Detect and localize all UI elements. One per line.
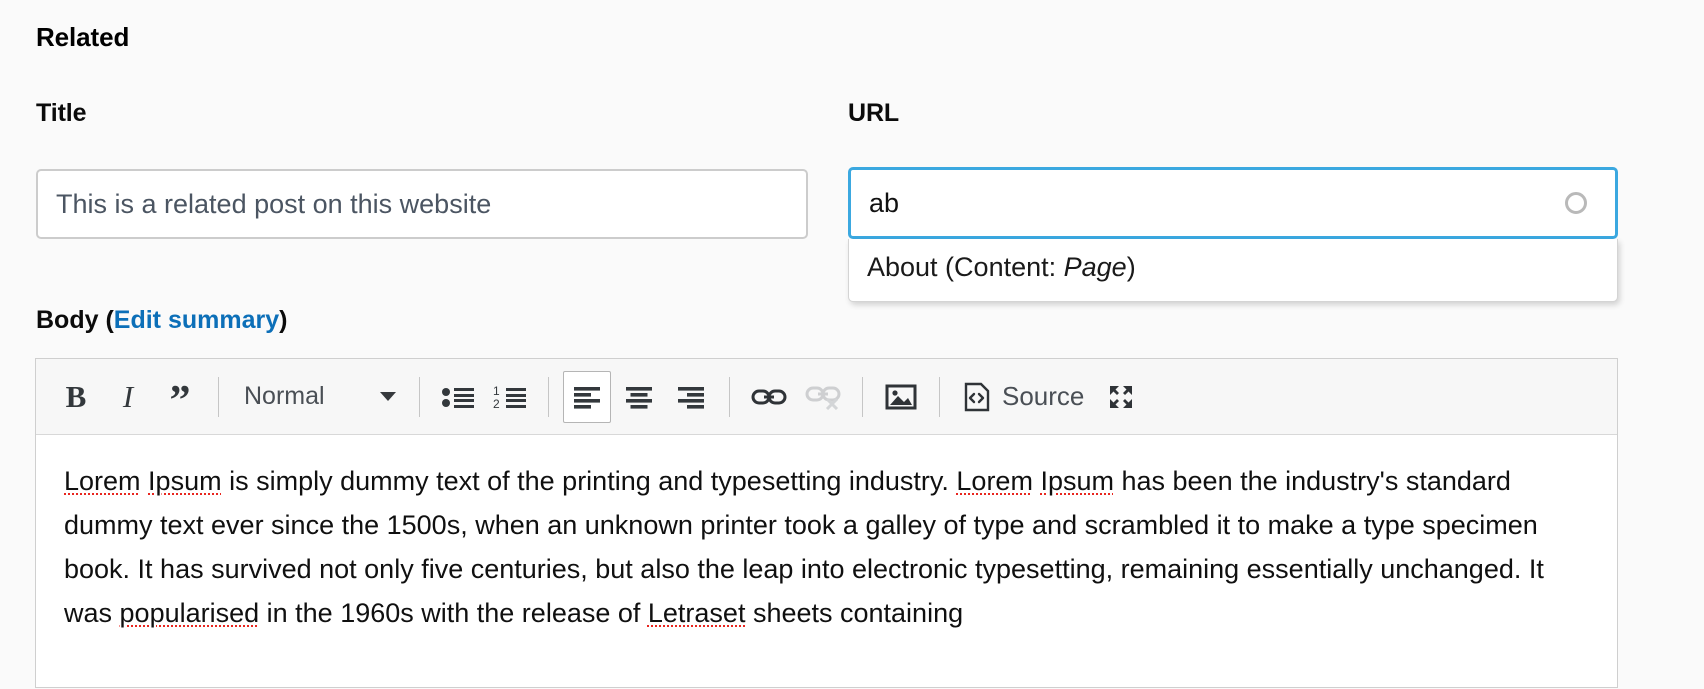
edit-summary-link[interactable]: Edit summary — [114, 306, 279, 334]
paragraph-format-dropdown[interactable]: Normal — [233, 371, 405, 423]
body-field-label: Body (Edit summary) — [36, 305, 287, 335]
numbered-list-icon: 1 2 — [493, 383, 527, 411]
editor-toolbar: B I ” Normal 1 2 Source — [36, 359, 1617, 435]
align-right-button[interactable] — [667, 371, 715, 423]
toolbar-separator — [862, 376, 863, 417]
bold-icon: B — [65, 379, 87, 414]
align-left-button[interactable] — [563, 370, 611, 423]
body-text-run: is simply dummy text of the printing and… — [221, 466, 957, 496]
url-field-label: URL — [848, 99, 900, 127]
align-right-icon — [676, 384, 706, 410]
unlink-button — [798, 371, 848, 423]
autocomplete-option-suffix: ) — [1126, 252, 1136, 282]
title-field-label: Title — [36, 99, 87, 127]
body-text-runs: Lorem Ipsum is simply dummy text of the … — [64, 466, 1544, 628]
align-center-icon — [624, 384, 654, 410]
maximize-button[interactable] — [1097, 371, 1145, 423]
body-editable-area[interactable]: Lorem Ipsum is simply dummy text of the … — [36, 435, 1617, 689]
misspelled-word: Ipsum — [148, 466, 222, 496]
node-edit-form: Related Title URL About (Content: Page) … — [0, 0, 1704, 688]
body-paragraph: Lorem Ipsum is simply dummy text of the … — [64, 459, 1589, 635]
url-autocomplete-dropdown: About (Content: Page) — [848, 239, 1618, 302]
align-left-icon — [572, 384, 602, 410]
maximize-icon — [1106, 382, 1136, 412]
unlink-icon — [805, 384, 841, 410]
loading-circle-icon — [1565, 192, 1587, 214]
italic-icon: I — [122, 379, 134, 414]
misspelled-word: popularised — [119, 598, 260, 628]
body-label-text: Body ( — [36, 306, 114, 334]
toolbar-separator — [729, 376, 730, 417]
autocomplete-option-emphasis: Page — [1063, 252, 1127, 282]
source-button-label: Source — [1002, 381, 1085, 411]
link-button[interactable] — [744, 371, 794, 423]
svg-text:2: 2 — [493, 397, 500, 411]
italic-button[interactable]: I — [104, 371, 152, 423]
source-code-icon — [963, 382, 991, 412]
url-input[interactable] — [848, 167, 1618, 239]
quote-icon: ” — [169, 377, 191, 424]
source-button[interactable]: Source — [954, 371, 1093, 423]
paragraph-format-label: Normal — [244, 382, 325, 410]
page-title: Related — [36, 22, 130, 52]
bold-button[interactable]: B — [52, 371, 100, 423]
align-center-button[interactable] — [615, 371, 663, 423]
image-icon — [885, 383, 917, 411]
body-text-run — [141, 466, 149, 496]
misspelled-word: Letraset — [647, 598, 746, 628]
numbered-list-button[interactable]: 1 2 — [486, 371, 534, 423]
title-input[interactable] — [36, 169, 808, 239]
autocomplete-option-about[interactable]: About (Content: Page) — [849, 239, 1617, 301]
image-button[interactable] — [877, 371, 925, 423]
toolbar-separator — [419, 376, 420, 417]
misspelled-word: Lorem — [956, 466, 1033, 496]
toolbar-separator — [218, 376, 219, 417]
body-label-close: ) — [279, 306, 288, 334]
toolbar-separator — [939, 376, 940, 417]
body-rich-text-editor: B I ” Normal 1 2 Source Lorem Ipsum is s… — [35, 358, 1618, 688]
bulleted-list-icon — [441, 383, 475, 411]
chevron-down-icon — [380, 392, 396, 401]
body-text-run: sheets containing — [745, 598, 964, 628]
bulleted-list-button[interactable] — [434, 371, 482, 423]
blockquote-button[interactable]: ” — [156, 371, 204, 423]
svg-text:1: 1 — [493, 384, 500, 398]
link-icon — [751, 385, 787, 409]
body-text-run: in the 1960s with the release of — [259, 598, 648, 628]
toolbar-separator — [548, 376, 549, 417]
misspelled-word: Lorem — [64, 466, 141, 496]
autocomplete-option-prefix: About (Content: — [867, 252, 1064, 282]
misspelled-word: Ipsum — [1040, 466, 1114, 496]
